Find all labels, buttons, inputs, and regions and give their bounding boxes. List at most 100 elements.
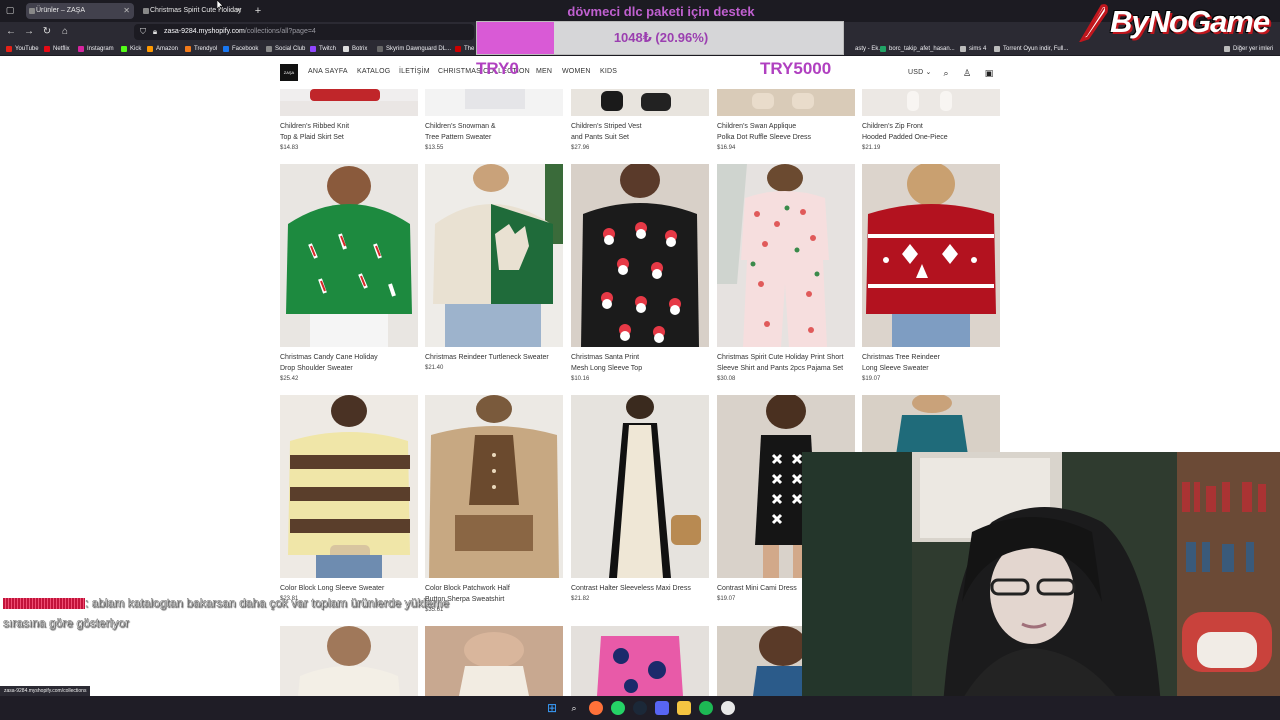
product-image[interactable] bbox=[280, 89, 418, 116]
donation-goal-widget: dövmeci dlc paketi için destek 1048₺ (20… bbox=[476, 0, 846, 58]
product-name[interactable]: Children's Swan Applique Polka Dot Ruffle… bbox=[717, 121, 857, 143]
product-image[interactable] bbox=[280, 395, 418, 578]
steam-icon[interactable] bbox=[633, 701, 647, 715]
product-image[interactable] bbox=[717, 89, 855, 116]
cart-icon[interactable]: ▣ bbox=[983, 67, 995, 79]
nav-catalog[interactable]: KATALOG bbox=[357, 68, 390, 75]
product-image[interactable] bbox=[425, 395, 563, 578]
close-tab-icon[interactable]: ✕ bbox=[123, 3, 130, 19]
product-name[interactable]: Children's Snowman & Tree Pattern Sweater bbox=[425, 121, 565, 143]
product-image[interactable] bbox=[280, 164, 418, 347]
url-host: zasa-9284.myshopify.com bbox=[164, 28, 245, 35]
product-name[interactable]: Christmas Candy Cane Holiday Drop Shoulde… bbox=[280, 352, 420, 374]
product-price: $16.94 bbox=[717, 145, 736, 151]
bookmark-borc-takip[interactable]: borc_takip_afet_hasan... bbox=[880, 43, 955, 55]
screen-root: { "browser": { "tabs": [ {"title": "Ürün… bbox=[0, 0, 1280, 720]
donation-title: dövmeci dlc paketi için destek bbox=[567, 4, 755, 19]
bookmark-twitch[interactable]: Twitch bbox=[310, 43, 336, 55]
product-image[interactable] bbox=[571, 89, 709, 116]
bookmark-botrix[interactable]: Botrix bbox=[343, 43, 367, 55]
nav-contact[interactable]: İLETİŞİM bbox=[399, 68, 430, 75]
chat-message: : ablam katalogtan bakarsan daha çok var… bbox=[3, 596, 523, 630]
product-price: $30.08 bbox=[717, 376, 736, 382]
whatsapp-icon[interactable] bbox=[611, 701, 625, 715]
tab-overview-icon[interactable]: ▢ bbox=[4, 4, 16, 16]
file-explorer-icon[interactable] bbox=[677, 701, 691, 715]
chat-username bbox=[3, 598, 85, 610]
goal-start-label: TRY0 bbox=[476, 59, 519, 78]
bookmark-instagram[interactable]: Instagram bbox=[78, 43, 114, 55]
zasa-favicon-icon bbox=[143, 8, 149, 14]
bookmark-kick[interactable]: Kick bbox=[121, 43, 141, 55]
product-name[interactable]: Christmas Santa Print Mesh Long Sleeve To… bbox=[571, 352, 711, 374]
close-tab-icon[interactable]: ✕ bbox=[235, 3, 242, 19]
product-price: $14.83 bbox=[280, 145, 299, 151]
bookmark-sims4[interactable]: sims 4 bbox=[960, 43, 986, 55]
nav-women[interactable]: WOMEN bbox=[562, 68, 591, 75]
product-image[interactable] bbox=[280, 626, 418, 696]
search-icon[interactable]: ⌕ bbox=[940, 67, 952, 79]
tab-christmas-product[interactable]: Christmas Spirit Cute Holiday ✕ bbox=[140, 3, 246, 19]
product-image[interactable] bbox=[862, 89, 1000, 116]
nav-men[interactable]: MEN bbox=[536, 68, 552, 75]
product-name[interactable]: Christmas Spirit Cute Holiday Print Shor… bbox=[717, 352, 857, 374]
product-image[interactable] bbox=[571, 626, 709, 696]
product-image[interactable] bbox=[862, 164, 1000, 347]
brand-text: ByNoGame bbox=[1110, 4, 1270, 39]
bynogame-logo: ByNoGame bbox=[1076, 2, 1276, 42]
product-name[interactable]: Color Block Long Sleeve Sweater bbox=[280, 583, 420, 594]
bookmark-amazon[interactable]: Amazon bbox=[147, 43, 178, 55]
bookmark-youtube[interactable]: YouTube bbox=[6, 43, 39, 55]
feather-pen-icon bbox=[1079, 4, 1108, 42]
account-icon[interactable]: ♙ bbox=[961, 67, 973, 79]
search-icon[interactable]: ⌕ bbox=[567, 701, 581, 715]
product-image[interactable] bbox=[425, 89, 563, 116]
chat-text-1: : ablam katalogtan bakarsan daha çok var… bbox=[85, 596, 450, 610]
tab-title: Ürünler – ZAŞA bbox=[36, 7, 86, 14]
nav-kids[interactable]: KIDS bbox=[600, 68, 617, 75]
bookmark-torrent[interactable]: Torrent Oyun indir, Full... bbox=[994, 43, 1068, 55]
product-image[interactable] bbox=[862, 395, 1000, 455]
product-name[interactable]: Contrast Halter Sleeveless Maxi Dress bbox=[571, 583, 711, 594]
goal-end-label: TRY5000 bbox=[760, 59, 832, 78]
product-image[interactable] bbox=[425, 164, 563, 347]
product-image[interactable] bbox=[571, 164, 709, 347]
url-text: zasa-9284.myshopify.com/collections/all?… bbox=[164, 24, 316, 40]
new-tab-button[interactable]: + bbox=[252, 3, 264, 19]
store-header: ZAŞA ANA SAYFA KATALOG İLETİŞİM CHRISTMA… bbox=[0, 56, 1280, 89]
bookmark-tasty[interactable]: asty - Ek... bbox=[846, 43, 883, 55]
discord-icon[interactable] bbox=[655, 701, 669, 715]
bookmark-skyrim[interactable]: Skyrim Dawnguard DL... bbox=[377, 43, 451, 55]
product-image[interactable] bbox=[425, 626, 563, 696]
mouse-cursor-icon bbox=[217, 0, 224, 10]
product-image[interactable] bbox=[571, 395, 709, 578]
forward-arrow-icon[interactable]: → bbox=[22, 25, 36, 39]
lock-icon[interactable]: 🔒︎ bbox=[148, 25, 162, 39]
chat-text-2: sırasına göre gösteriyor bbox=[3, 616, 130, 630]
bookmark-netflix[interactable]: Netflix bbox=[44, 43, 70, 55]
product-name[interactable]: Children's Ribbed Knit Top & Plaid Skirt … bbox=[280, 121, 420, 143]
product-name[interactable]: Children's Zip Front Hooded Padded One-Pi… bbox=[862, 121, 1002, 143]
bookmark-trendyol[interactable]: Trendyol bbox=[185, 43, 217, 55]
product-name[interactable]: Children's Striped Vest and Pants Suit Se… bbox=[571, 121, 711, 143]
product-name[interactable]: Christmas Tree Reindeer Long Sleeve Sweat… bbox=[862, 352, 1002, 374]
address-bar[interactable]: ⛉ 🔒︎ zasa-9284.myshopify.com/collections… bbox=[134, 24, 474, 40]
currency-selector[interactable]: USD ⌄ bbox=[908, 68, 932, 76]
chevron-down-icon: ⌄ bbox=[925, 69, 932, 76]
firefox-icon[interactable] bbox=[589, 701, 603, 715]
home-icon[interactable]: ⌂ bbox=[58, 25, 72, 39]
bookmark-other[interactable]: Diğer yer imleri bbox=[1224, 43, 1273, 55]
reload-icon[interactable]: ↻ bbox=[40, 25, 54, 39]
app-icon[interactable] bbox=[721, 701, 735, 715]
spotify-icon[interactable] bbox=[699, 701, 713, 715]
bookmark-facebook[interactable]: Facebook bbox=[223, 43, 258, 55]
store-logo[interactable]: ZAŞA bbox=[280, 64, 298, 81]
nav-home[interactable]: ANA SAYFA bbox=[308, 68, 348, 75]
product-name[interactable]: Christmas Reindeer Turtleneck Sweater bbox=[425, 352, 565, 363]
product-image[interactable] bbox=[717, 164, 855, 347]
tab-products[interactable]: Ürünler – ZAŞA ✕ bbox=[26, 3, 134, 19]
bookmark-social-club[interactable]: Social Club bbox=[266, 43, 305, 55]
windows-start-icon[interactable]: ⊞ bbox=[545, 701, 559, 715]
product-price: $25.42 bbox=[280, 376, 299, 382]
back-arrow-icon[interactable]: ← bbox=[4, 25, 18, 39]
